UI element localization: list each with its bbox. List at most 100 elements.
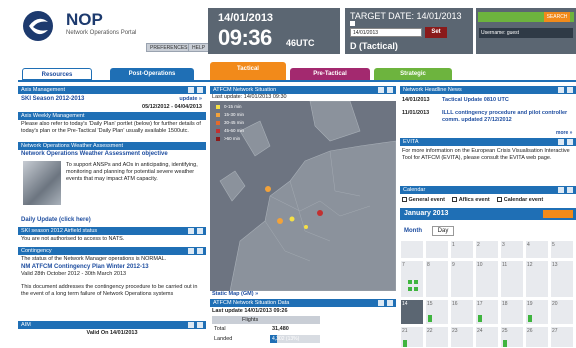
close-icon[interactable] bbox=[387, 87, 393, 93]
minimize-icon[interactable] bbox=[378, 87, 384, 93]
current-date: 14/01/2013 bbox=[218, 12, 274, 24]
tab-day[interactable]: Day bbox=[432, 226, 454, 236]
weather-objective-link[interactable]: Network Operations Weather Assessment ob… bbox=[21, 151, 168, 157]
calendar-day[interactable]: 7 bbox=[400, 260, 424, 298]
calendar-day-today[interactable]: 14 bbox=[400, 299, 424, 325]
event-marker[interactable] bbox=[414, 287, 418, 291]
target-date-label: TARGET DATE: 14/01/2013 bbox=[350, 11, 462, 21]
help-button[interactable]: HELP bbox=[188, 43, 210, 52]
calendar-day[interactable]: 26 bbox=[525, 326, 549, 348]
calendar-day[interactable]: 11 bbox=[500, 260, 524, 298]
calendar-day[interactable]: 12 bbox=[525, 260, 549, 298]
more-link[interactable]: more » bbox=[556, 130, 572, 136]
close-icon[interactable] bbox=[567, 139, 573, 145]
aim-header: AIM bbox=[18, 321, 206, 329]
tab-pre-tactical[interactable]: Pre-Tactical bbox=[290, 68, 370, 80]
evita-text: For more information on the European Cri… bbox=[402, 148, 570, 161]
network-map[interactable]: 0-15 min 15-30 min 30-45 min 45-60 min >… bbox=[210, 101, 396, 291]
close-icon[interactable] bbox=[197, 248, 203, 254]
landed-value: 4,302 (13%) bbox=[272, 336, 300, 342]
close-icon[interactable] bbox=[197, 87, 203, 93]
minimize-icon[interactable] bbox=[558, 87, 564, 93]
preferences-button[interactable]: PREFERENCES bbox=[146, 43, 192, 52]
calendar-day[interactable]: 27 bbox=[550, 326, 574, 348]
minimize-icon[interactable] bbox=[188, 87, 194, 93]
tab-strategic[interactable]: Strategic bbox=[374, 68, 452, 80]
calendar-day[interactable]: 13 bbox=[550, 260, 574, 298]
news-date: 11/01/2013 bbox=[402, 110, 430, 116]
weather-text: To support ANSPs and AOs in anticipating… bbox=[66, 162, 198, 182]
calendar-nav-buttons[interactable] bbox=[543, 210, 573, 218]
close-icon[interactable] bbox=[567, 187, 573, 193]
minimize-icon[interactable] bbox=[378, 300, 384, 306]
calendar-day[interactable] bbox=[400, 240, 424, 259]
calendar-day[interactable]: 22 bbox=[425, 326, 449, 348]
event-marker[interactable] bbox=[414, 280, 418, 284]
event-marker[interactable] bbox=[428, 315, 432, 322]
tab-tactical[interactable]: Tactical bbox=[210, 62, 286, 80]
user-panel: SEARCH Username: guest bbox=[476, 8, 576, 54]
calendar-day[interactable]: 5 bbox=[550, 240, 574, 259]
news-item[interactable]: ILLL contingency procedure and pilot con… bbox=[442, 110, 572, 124]
calendar-day[interactable]: 3 bbox=[500, 240, 524, 259]
ski-season-dates: 05/12/2012 - 04/04/2013 bbox=[142, 104, 202, 110]
tab-month[interactable]: Month bbox=[404, 228, 422, 234]
checkbox-icon[interactable] bbox=[452, 197, 458, 203]
calendar-day[interactable]: 20 bbox=[550, 299, 574, 325]
calendar-title: Calendar bbox=[403, 187, 426, 193]
minimize-icon[interactable] bbox=[558, 139, 564, 145]
calendar-header: Calendar bbox=[400, 186, 576, 194]
close-icon[interactable] bbox=[197, 322, 203, 328]
target-date-select[interactable]: 14/01/2013 bbox=[350, 28, 422, 37]
minimize-icon[interactable] bbox=[188, 322, 194, 328]
minimize-icon[interactable] bbox=[188, 228, 194, 234]
contingency-plan-link[interactable]: NM ATFCM Contingency Plan Winter 2012-13 bbox=[21, 263, 203, 271]
utc-seconds: 46UTC bbox=[286, 38, 315, 48]
brand-title: NOP bbox=[66, 10, 103, 29]
calendar-day[interactable]: 24 bbox=[475, 326, 499, 348]
evita-header: EVITA bbox=[400, 138, 576, 146]
brand-subtitle: Network Operations Portal bbox=[66, 30, 137, 36]
event-marker[interactable] bbox=[503, 340, 507, 347]
minimize-icon[interactable] bbox=[188, 248, 194, 254]
event-marker[interactable] bbox=[408, 280, 412, 284]
tab-resources[interactable]: Resources bbox=[22, 68, 92, 80]
event-marker[interactable] bbox=[478, 315, 482, 322]
close-icon[interactable] bbox=[387, 300, 393, 306]
axis-management-title: Axis Management bbox=[21, 87, 66, 93]
calendar-day[interactable]: 8 bbox=[425, 260, 449, 298]
calendar-day[interactable]: 23 bbox=[450, 326, 474, 348]
legend-item: 45-60 min bbox=[224, 128, 245, 133]
event-marker[interactable] bbox=[408, 287, 412, 291]
calendar-day[interactable]: 2 bbox=[475, 240, 499, 259]
tab-post-operations[interactable]: Post-Operations bbox=[110, 68, 194, 80]
tactical-indicator: D (Tactical) bbox=[350, 41, 398, 51]
minimize-icon[interactable] bbox=[558, 187, 564, 193]
static-map-link[interactable]: Static Map (GM) » bbox=[212, 291, 258, 297]
search-button[interactable]: SEARCH bbox=[544, 12, 570, 22]
daily-update-link[interactable]: Daily Update (click here) bbox=[21, 217, 91, 223]
calendar-day[interactable]: 1 bbox=[450, 240, 474, 259]
ski-season-link[interactable]: SKI Season 2012-2013 bbox=[21, 96, 84, 102]
close-icon[interactable] bbox=[197, 228, 203, 234]
calendar-day[interactable]: 18 bbox=[500, 299, 524, 325]
calendar-day[interactable]: 16 bbox=[450, 299, 474, 325]
close-icon[interactable] bbox=[567, 87, 573, 93]
calendar-icon[interactable] bbox=[350, 21, 355, 26]
calendar-day[interactable]: 9 bbox=[450, 260, 474, 298]
evita-title: EVITA bbox=[403, 139, 419, 145]
checkbox-icon[interactable] bbox=[497, 197, 503, 203]
calendar-day[interactable]: 10 bbox=[475, 260, 499, 298]
axis-management-body: SKI Season 2012-2013 update » 05/12/2012… bbox=[18, 94, 206, 112]
update-link[interactable]: update » bbox=[179, 96, 202, 102]
news-date: 14/01/2013 bbox=[402, 97, 430, 103]
news-item[interactable]: Tactical Update 0810 UTC bbox=[442, 97, 509, 103]
target-date-panel: TARGET DATE: 14/01/2013 14/01/2013 Set D… bbox=[345, 8, 473, 54]
event-marker[interactable] bbox=[403, 340, 407, 347]
calendar-day[interactable] bbox=[425, 240, 449, 259]
weather-image bbox=[23, 161, 61, 205]
set-button[interactable]: Set bbox=[425, 27, 447, 38]
checkbox-icon[interactable] bbox=[402, 197, 407, 203]
calendar-day[interactable]: 4 bbox=[525, 240, 549, 259]
event-marker[interactable] bbox=[528, 315, 532, 322]
